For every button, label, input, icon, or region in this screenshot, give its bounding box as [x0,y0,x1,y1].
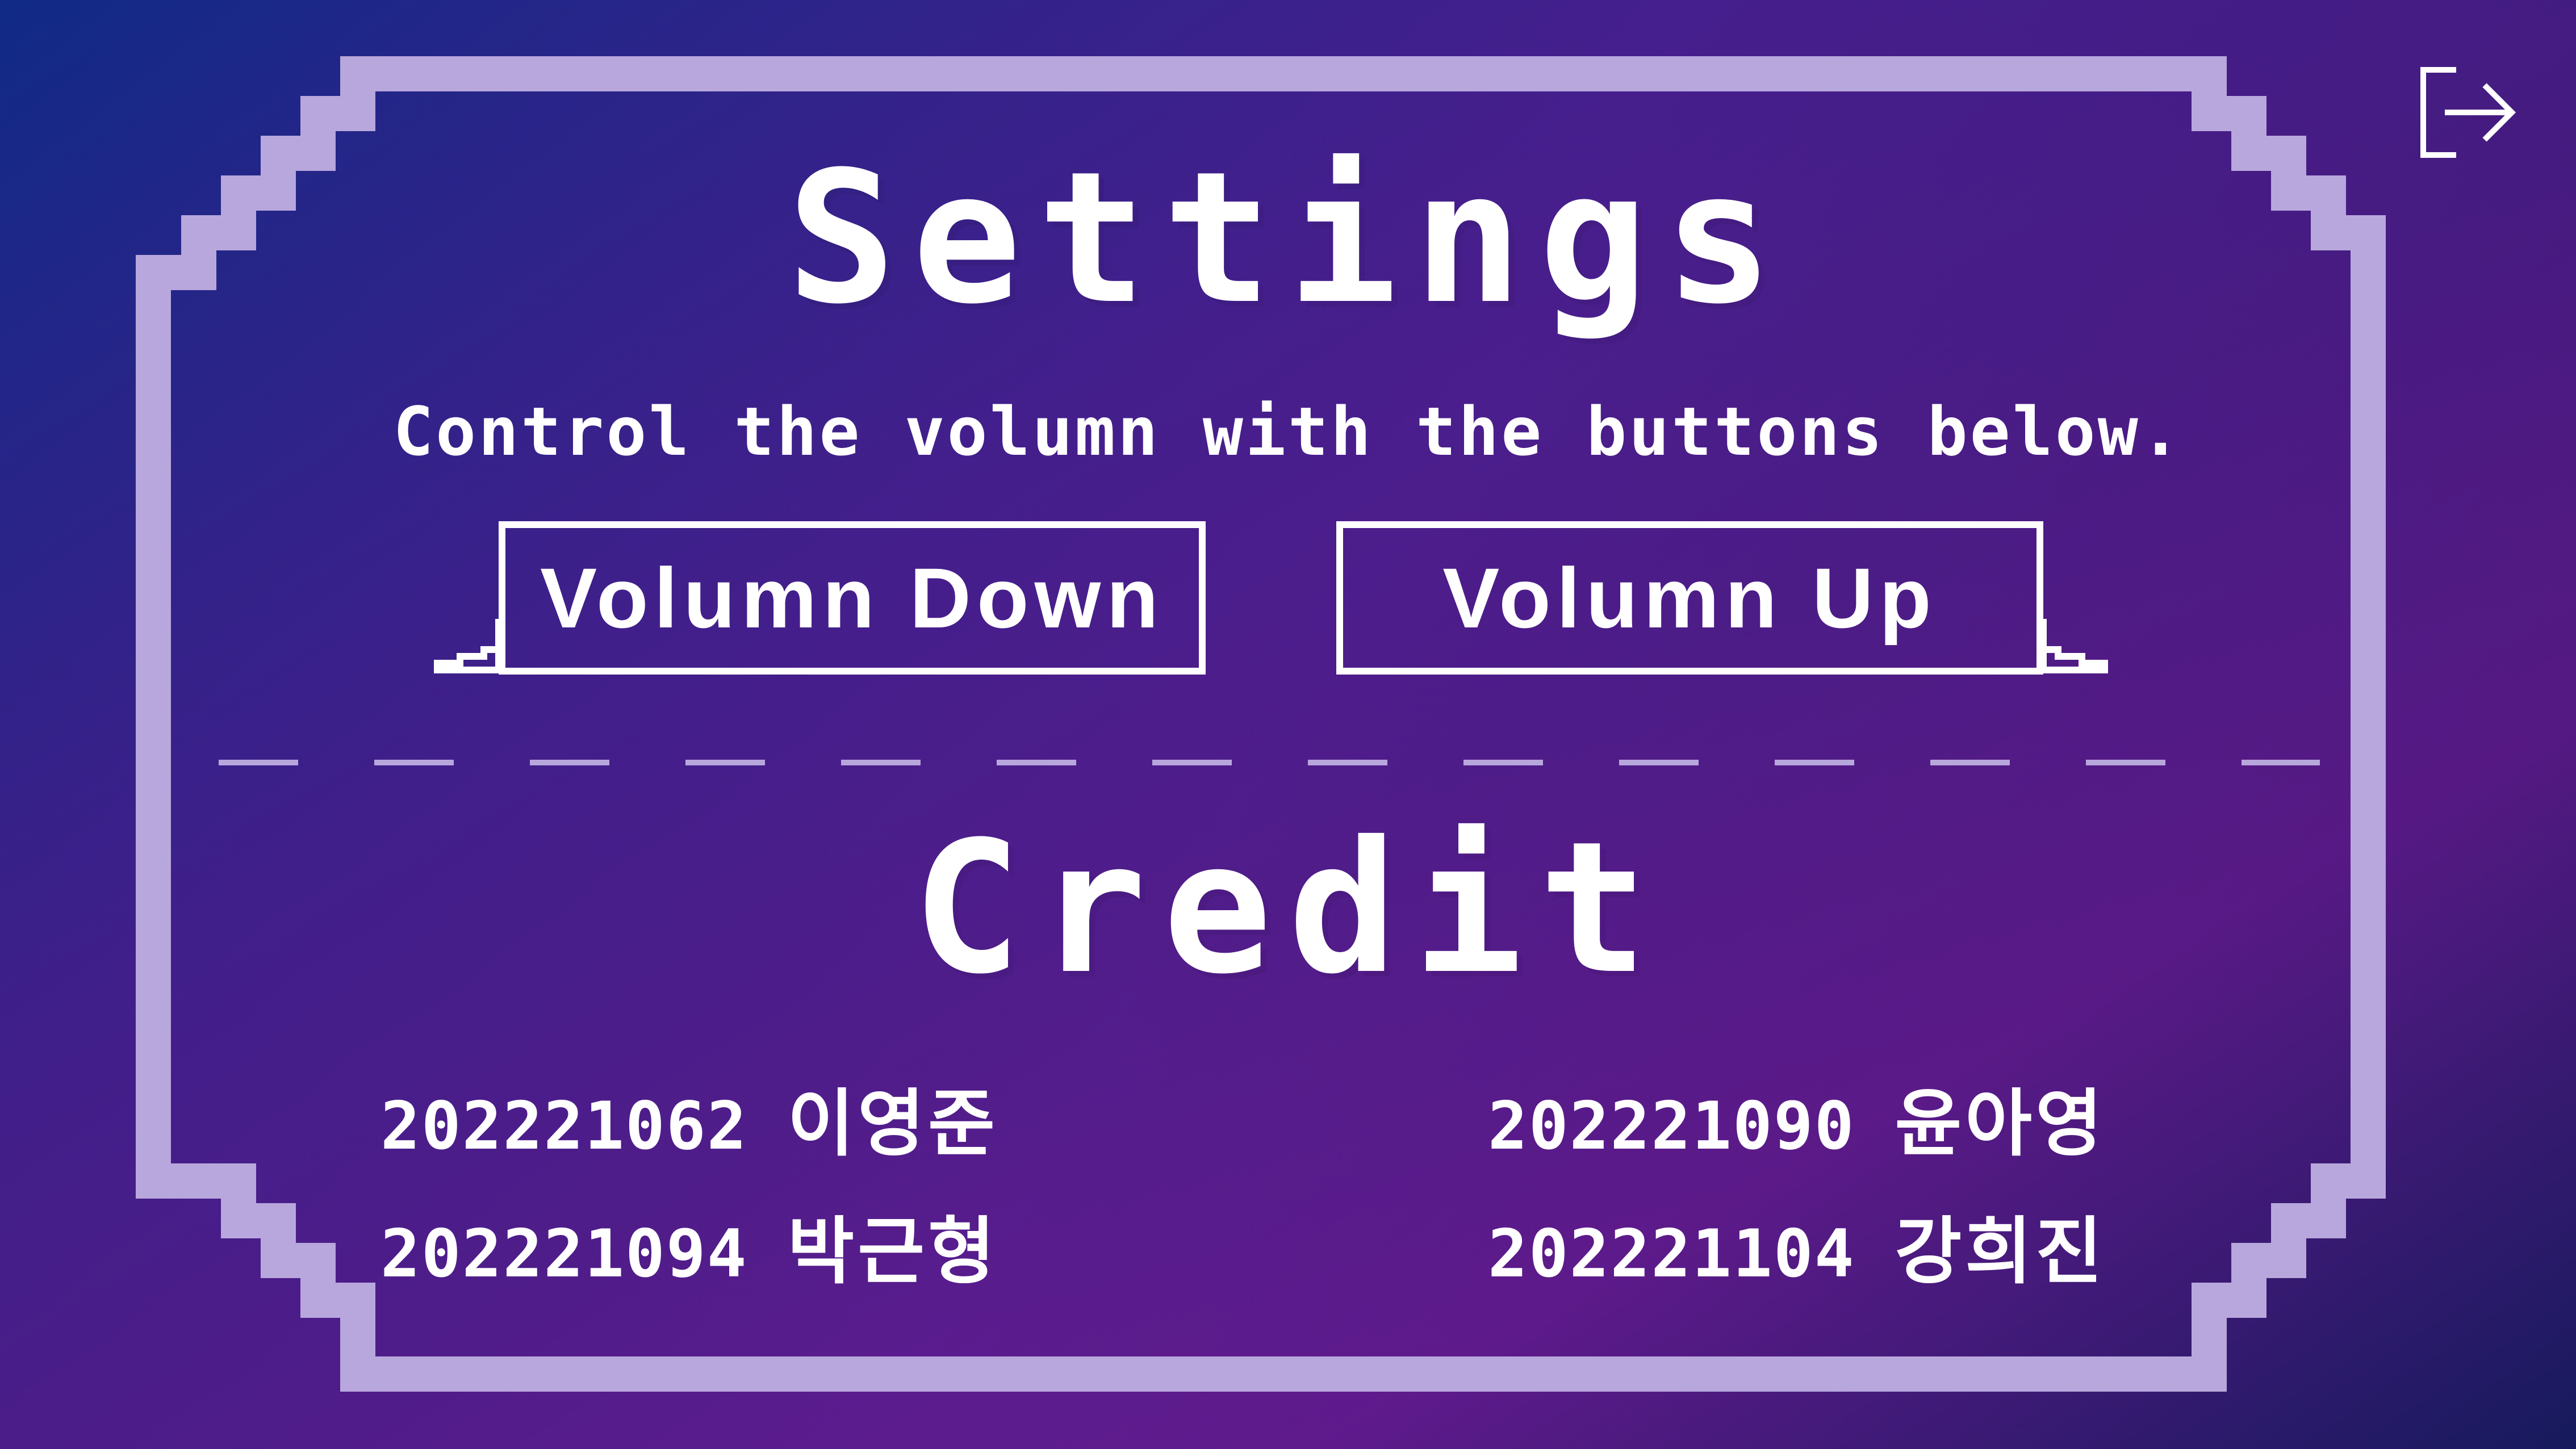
credit-entry: 202221090 윤아영 [1488,1084,2106,1166]
volume-down-bubble-tail [434,619,502,673]
volume-up-bubble-tail [2040,619,2108,673]
student-id: 202221104 [1488,1216,1855,1292]
member-name: 이영준 [787,1082,998,1166]
credit-entry: 202221094 박근형 [380,1212,998,1294]
member-name: 윤아영 [1895,1082,2106,1166]
volume-down-button[interactable]: Volumn Down [499,521,1206,675]
settings-instructions: Control the volumn with the buttons belo… [393,392,2183,471]
credit-title: Credit [912,803,1664,1014]
credit-entry: 202221104 강희진 [1488,1212,2106,1294]
student-id: 202221090 [1488,1088,1855,1165]
settings-title: Settings [787,133,1789,344]
volume-up-button[interactable]: Volumn Up [1336,521,2043,675]
dashed-divider [219,760,2320,765]
student-id: 202221062 [380,1088,748,1165]
member-name: 강희진 [1895,1209,2106,1294]
credit-entry: 202221062 이영준 [380,1084,998,1166]
member-name: 박근형 [787,1209,998,1294]
student-id: 202221094 [380,1216,748,1292]
